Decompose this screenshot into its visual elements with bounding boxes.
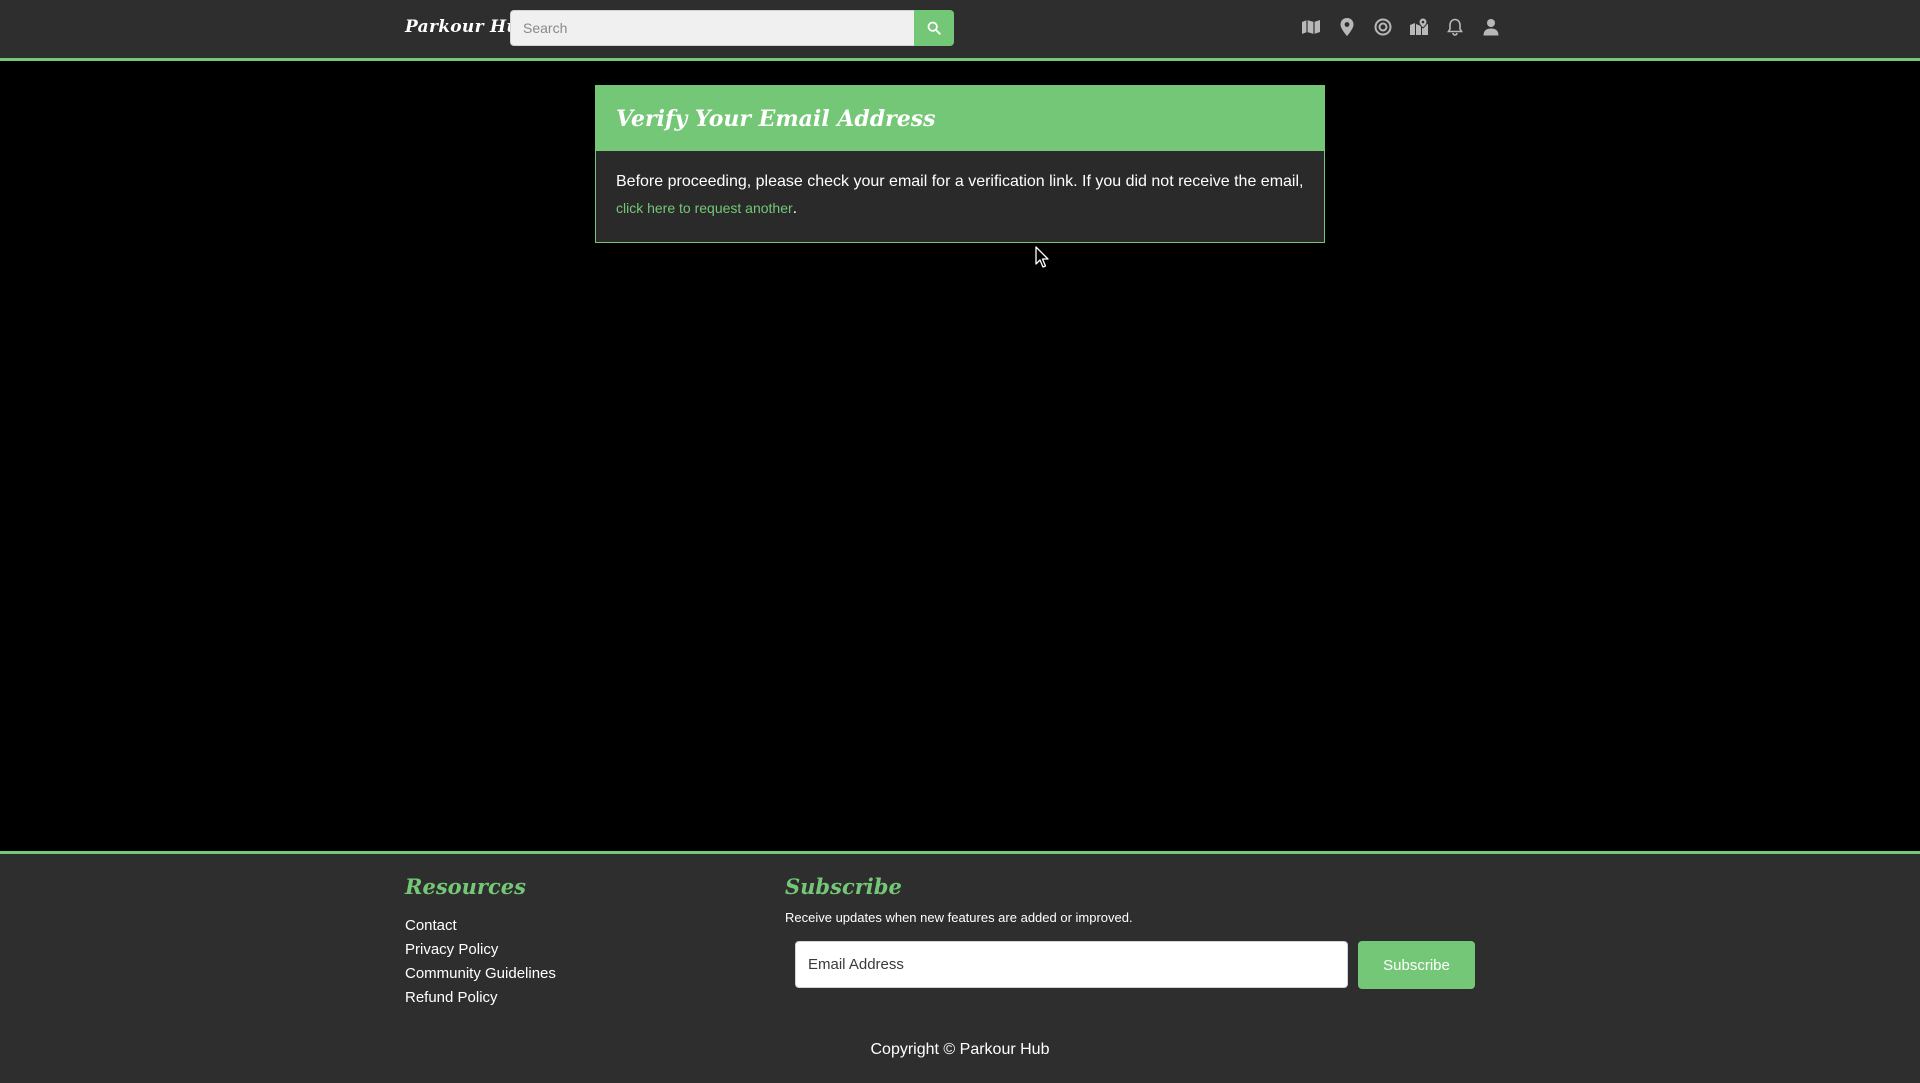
subscribe-button[interactable]: Subscribe	[1358, 941, 1475, 989]
copyright-text: Copyright © Parkour Hub	[870, 1041, 1050, 1058]
footer: Resources Contact Privacy Policy Communi…	[0, 851, 1920, 1083]
location-pin-icon[interactable]	[1336, 16, 1358, 38]
card-body: Before proceeding, please check your ema…	[596, 151, 1324, 240]
map-location-icon[interactable]	[1408, 16, 1430, 38]
resources-links: Contact Privacy Policy Community Guideli…	[405, 914, 556, 1010]
subscribe-heading: Subscribe	[785, 874, 902, 899]
search-button[interactable]	[914, 10, 954, 46]
verify-email-card: Verify Your Email Address Before proceed…	[595, 85, 1325, 243]
search-input[interactable]	[510, 10, 914, 46]
footer-link-contact[interactable]: Contact	[405, 914, 556, 938]
footer-link-community-guidelines[interactable]: Community Guidelines	[405, 962, 556, 986]
bell-icon[interactable]	[1444, 16, 1466, 38]
navbar: Parkour Hub	[0, 0, 1920, 61]
card-title: Verify Your Email Address	[616, 105, 936, 132]
footer-link-privacy-policy[interactable]: Privacy Policy	[405, 938, 556, 962]
footer-link-refund-policy[interactable]: Refund Policy	[405, 986, 556, 1010]
search-icon	[927, 21, 941, 35]
resend-verification-link[interactable]: click here to request another	[616, 200, 793, 216]
subscribe-email-input[interactable]	[795, 941, 1348, 988]
user-icon[interactable]	[1480, 16, 1502, 38]
resources-heading: Resources	[405, 874, 526, 899]
subscribe-description: Receive updates when new features are ad…	[785, 910, 1133, 925]
nav-icon-group	[1300, 16, 1516, 38]
target-icon[interactable]	[1372, 16, 1394, 38]
mouse-cursor-icon	[1035, 246, 1049, 268]
card-header: Verify Your Email Address	[596, 86, 1324, 151]
message-period: .	[792, 200, 798, 217]
map-icon[interactable]	[1300, 16, 1322, 38]
search-form	[510, 10, 954, 46]
verification-message: Before proceeding, please check your ema…	[616, 173, 1304, 190]
